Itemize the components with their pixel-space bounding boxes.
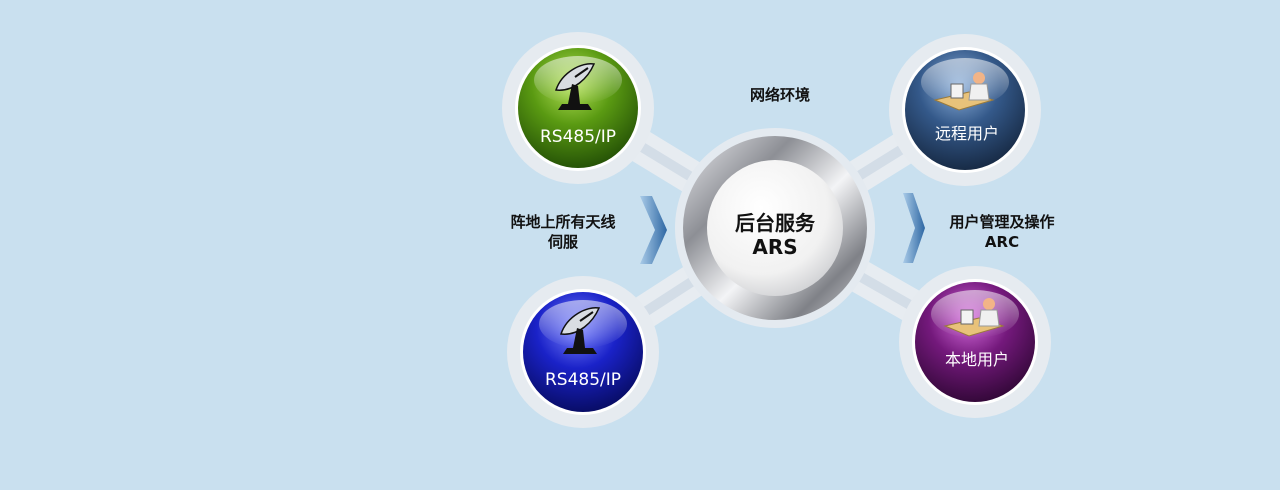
right-label-line1: 用户管理及操作	[949, 213, 1055, 231]
right-label: 用户管理及操作 ARC	[926, 212, 1078, 252]
diagram-canvas: 后台服务 ARS RS485/IP RS485/IP 远程用户 本地用户	[502, 32, 1051, 428]
remote-user-label: 远程用户	[935, 124, 999, 143]
center-service-node: 后台服务 ARS	[675, 128, 875, 328]
center-title: 后台服务	[735, 211, 816, 235]
antenna-top-label: RS485/IP	[540, 127, 616, 147]
antenna-node-top: RS485/IP	[502, 32, 654, 184]
right-arrow	[903, 193, 925, 263]
remote-user-node: 远程用户	[889, 34, 1041, 186]
left-label-line1: 阵地上所有天线	[510, 213, 616, 231]
left-arrow	[640, 196, 667, 264]
left-label-line2: 伺服	[547, 233, 578, 251]
local-user-label: 本地用户	[945, 350, 1009, 369]
antenna-bottom-label: RS485/IP	[545, 370, 621, 390]
architecture-diagram: 后台服务 ARS RS485/IP RS485/IP 远程用户 本地用户 网络环…	[0, 0, 1280, 486]
network-label: 网络环境	[749, 86, 810, 104]
local-user-node: 本地用户	[899, 266, 1051, 418]
antenna-node-bottom: RS485/IP	[507, 276, 659, 428]
center-subtitle: ARS	[752, 235, 797, 259]
right-label-line2: ARC	[984, 233, 1020, 251]
left-label: 阵地上所有天线 伺服	[486, 212, 640, 252]
